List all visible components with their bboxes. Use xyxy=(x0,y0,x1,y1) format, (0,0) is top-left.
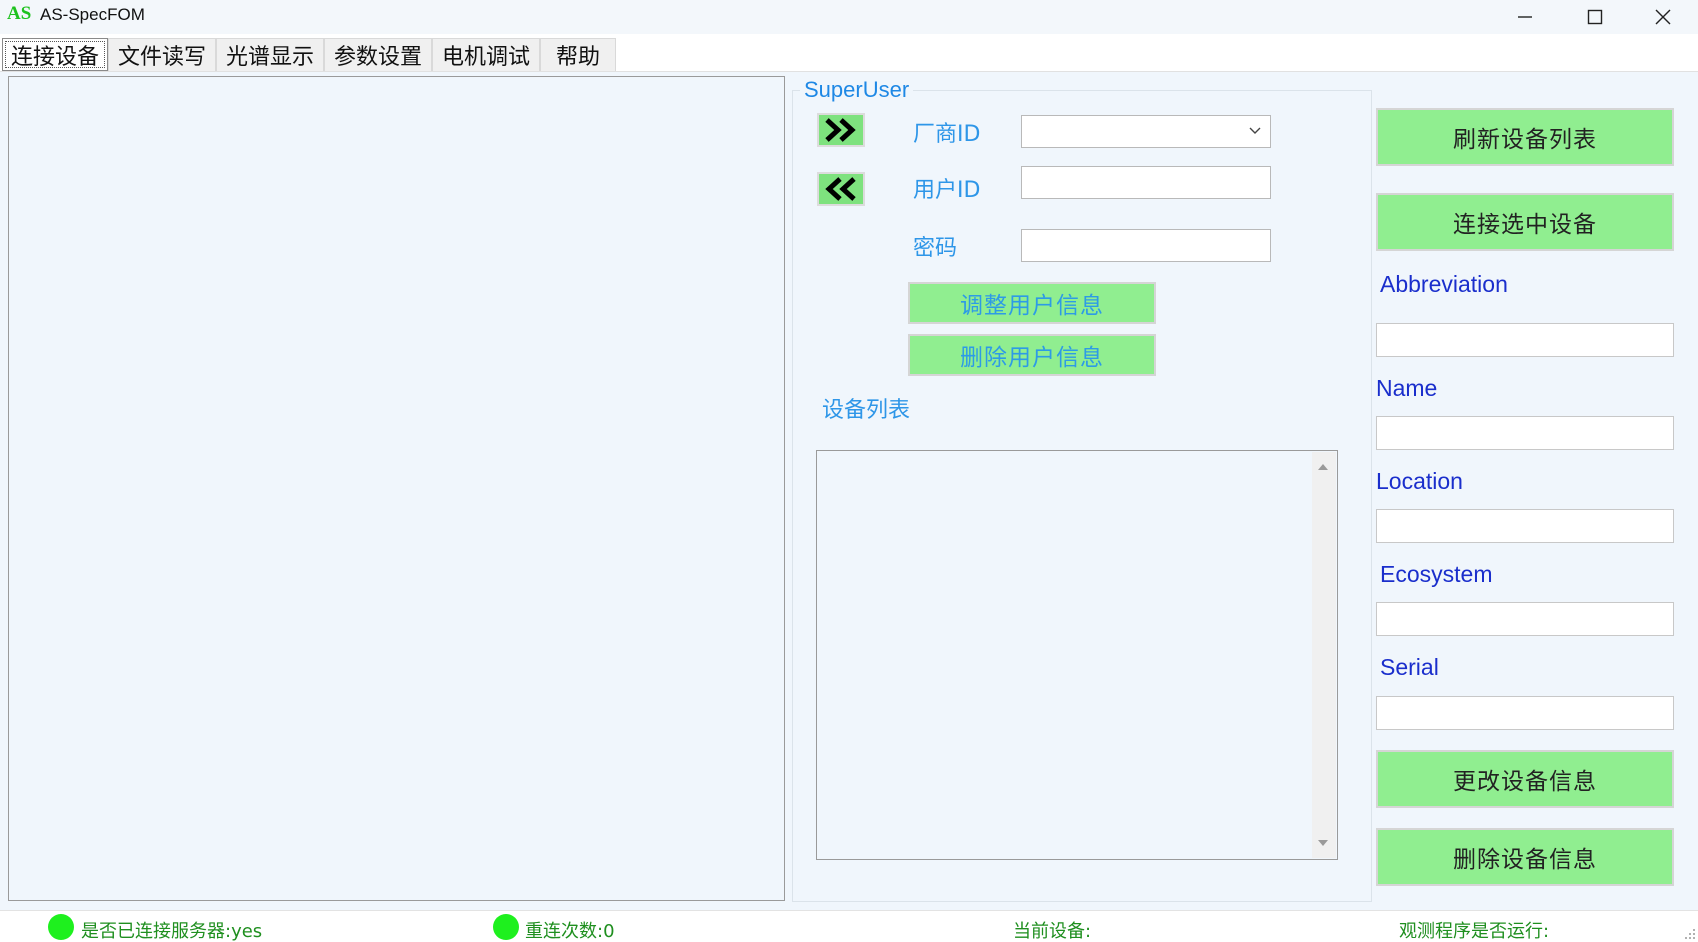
tab-parameter-settings[interactable]: 参数设置 xyxy=(324,38,432,71)
minimize-button[interactable] xyxy=(1490,0,1560,34)
tab-file-io[interactable]: 文件读写 xyxy=(108,38,216,71)
location-label: Location xyxy=(1376,468,1463,494)
title-bar: AS AS-SpecFOM xyxy=(0,0,1698,34)
password-label: 密码 xyxy=(913,236,958,261)
maximize-icon xyxy=(1587,9,1603,25)
tab-help[interactable]: 帮助 xyxy=(540,38,616,71)
window-title: AS-SpecFOM xyxy=(40,5,145,24)
delete-device-info-button[interactable]: 删除设备信息 xyxy=(1376,828,1674,886)
password-input[interactable] xyxy=(1021,229,1271,262)
menu-tab-bar: 连接设备 文件读写 光谱显示 参数设置 电机调试 帮助 xyxy=(0,34,1698,72)
tab-motor-debug[interactable]: 电机调试 xyxy=(432,38,540,71)
double-chevron-right-icon xyxy=(825,118,856,142)
device-listbox[interactable] xyxy=(816,450,1338,860)
vendor-id-combobox[interactable] xyxy=(1021,115,1271,148)
reconnect-status-indicator xyxy=(493,914,519,940)
name-input[interactable] xyxy=(1376,416,1674,450)
observer-running-status: 观测程序是否运行: xyxy=(1399,921,1550,942)
maximize-button[interactable] xyxy=(1560,0,1630,34)
minimize-icon xyxy=(1518,16,1532,18)
reconnect-count-status: 重连次数:0 xyxy=(525,921,615,942)
server-status-indicator xyxy=(48,914,74,940)
location-input[interactable] xyxy=(1376,509,1674,543)
current-device-status: 当前设备: xyxy=(1013,921,1092,942)
device-list-label: 设备列表 xyxy=(822,398,911,423)
chevron-down-icon xyxy=(1249,127,1261,134)
main-content: SuperUser 厂商ID 用户ID 密码 调整用户信息 删除用户信息 设备列… xyxy=(0,72,1698,910)
user-id-input[interactable] xyxy=(1021,166,1271,199)
tab-connect-device[interactable]: 连接设备 xyxy=(2,38,108,71)
status-bar: 是否已连接服务器:yes 重连次数:0 当前设备: 观测程序是否运行: xyxy=(0,910,1698,942)
abbreviation-input[interactable] xyxy=(1376,323,1674,357)
ecosystem-input[interactable] xyxy=(1376,602,1674,636)
scroll-up-icon[interactable] xyxy=(1317,462,1329,471)
delete-user-info-button[interactable]: 删除用户信息 xyxy=(908,334,1156,376)
user-id-label: 用户ID xyxy=(913,178,981,203)
vendor-id-label: 厂商ID xyxy=(913,122,981,147)
double-chevron-left-icon xyxy=(825,177,856,201)
scroll-down-icon[interactable] xyxy=(1317,839,1329,848)
name-label: Name xyxy=(1376,375,1438,401)
ecosystem-label: Ecosystem xyxy=(1380,561,1493,587)
serial-label: Serial xyxy=(1380,654,1439,680)
connect-selected-device-button[interactable]: 连接选中设备 xyxy=(1376,193,1674,251)
forward-button[interactable] xyxy=(817,113,865,147)
refresh-device-list-button[interactable]: 刷新设备列表 xyxy=(1376,108,1674,166)
app-logo: AS xyxy=(7,3,32,24)
back-button[interactable] xyxy=(817,172,865,206)
superuser-title: SuperUser xyxy=(800,77,914,103)
close-icon xyxy=(1655,9,1671,25)
tab-spectrum-display[interactable]: 光谱显示 xyxy=(216,38,324,71)
device-display-panel xyxy=(8,76,785,901)
device-list-scrollbar[interactable] xyxy=(1312,452,1336,858)
adjust-user-info-button[interactable]: 调整用户信息 xyxy=(908,282,1156,324)
abbreviation-label: Abbreviation xyxy=(1380,271,1508,297)
change-device-info-button[interactable]: 更改设备信息 xyxy=(1376,750,1674,808)
close-button[interactable] xyxy=(1628,0,1698,34)
resize-grip-icon[interactable] xyxy=(1684,928,1696,940)
serial-input[interactable] xyxy=(1376,696,1674,730)
server-connected-status: 是否已连接服务器:yes xyxy=(81,921,263,942)
